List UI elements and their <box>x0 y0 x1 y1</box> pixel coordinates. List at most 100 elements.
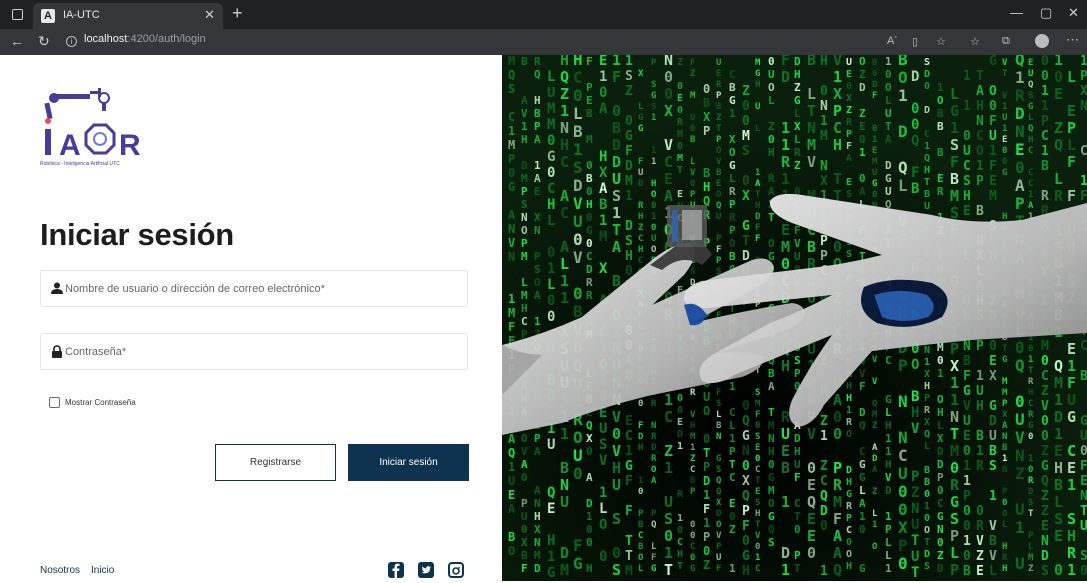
svg-text:S: S <box>1041 564 1049 579</box>
svg-text:N: N <box>820 159 828 174</box>
password-input[interactable] <box>65 334 460 369</box>
svg-text:S: S <box>716 399 721 409</box>
footer-link-inicio[interactable]: Inicio <box>91 565 114 576</box>
svg-text:P: P <box>833 459 842 477</box>
svg-text:H: H <box>1002 212 1007 222</box>
register-button[interactable]: Registrarse <box>215 444 336 481</box>
username-input[interactable] <box>65 271 460 306</box>
browser-tab[interactable]: A IA-UTC ✕ <box>33 3 223 29</box>
info-icon[interactable]: i <box>66 36 77 47</box>
svg-text:E: E <box>677 93 683 104</box>
svg-text:L: L <box>1067 136 1076 154</box>
svg-text:D: D <box>1041 549 1049 564</box>
svg-text:1: 1 <box>1067 561 1076 579</box>
login-button[interactable]: Iniciar sesión <box>348 444 469 481</box>
svg-text:U: U <box>612 476 621 494</box>
svg-text:1: 1 <box>859 510 866 523</box>
svg-text:1: 1 <box>1028 355 1033 365</box>
svg-text:G: G <box>859 471 866 484</box>
svg-text:0: 0 <box>924 489 930 500</box>
svg-text:1: 1 <box>963 99 971 114</box>
footer-link-nosotros[interactable]: Nosotros <box>40 565 80 576</box>
svg-text:0: 0 <box>950 459 959 477</box>
svg-text:L: L <box>794 133 801 146</box>
svg-text:0: 0 <box>989 339 997 354</box>
collections-icon[interactable]: ⧉ <box>1002 35 1010 48</box>
svg-text:X: X <box>742 189 750 204</box>
svg-text:Z: Z <box>690 69 696 79</box>
svg-text:D: D <box>716 509 722 519</box>
svg-text:1: 1 <box>846 405 852 416</box>
iar-logo: A R Robótica - Inteligencia Artificial U… <box>40 85 150 175</box>
svg-text:H: H <box>677 549 683 560</box>
svg-text:0: 0 <box>885 68 892 81</box>
svg-text:P: P <box>521 497 528 510</box>
favorites-icon[interactable]: ☆ <box>970 35 980 48</box>
minimize-icon[interactable]: — <box>1010 5 1023 20</box>
favorite-icon[interactable]: ☆ <box>936 35 946 48</box>
svg-text:S: S <box>950 136 959 154</box>
svg-text:P: P <box>794 549 801 562</box>
svg-text:U: U <box>768 68 775 81</box>
refresh-icon[interactable]: ↻ <box>38 33 50 50</box>
read-aloud-icon[interactable]: Aⁿ <box>887 35 897 47</box>
svg-text:1: 1 <box>924 141 930 152</box>
svg-text:S: S <box>989 459 997 474</box>
svg-text:E: E <box>1015 140 1025 159</box>
twitter-icon[interactable] <box>418 562 434 578</box>
back-icon[interactable]: ← <box>10 33 24 49</box>
more-icon[interactable]: ⋯ <box>1066 32 1079 48</box>
show-password-checkbox[interactable] <box>49 397 60 408</box>
svg-text:Z: Z <box>1041 444 1049 459</box>
close-window-icon[interactable]: ✕ <box>1068 5 1079 21</box>
svg-text:G: G <box>859 458 866 471</box>
svg-text:U: U <box>664 493 673 511</box>
svg-text:1: 1 <box>950 374 959 392</box>
instagram-icon[interactable] <box>448 562 464 578</box>
svg-text:1: 1 <box>950 119 959 137</box>
new-tab-icon[interactable]: + <box>232 3 243 24</box>
svg-text:1: 1 <box>703 516 710 530</box>
svg-text:X: X <box>586 432 593 445</box>
svg-text:R: R <box>768 172 775 185</box>
svg-text:1: 1 <box>560 425 569 443</box>
svg-text:R: R <box>846 117 853 128</box>
svg-text:P: P <box>924 393 930 404</box>
svg-text:U: U <box>716 58 721 68</box>
svg-text:1: 1 <box>625 55 633 69</box>
svg-text:E: E <box>716 179 721 189</box>
svg-text:M: M <box>547 101 555 117</box>
svg-text:S: S <box>612 561 621 579</box>
svg-text:Z: Z <box>768 120 775 133</box>
svg-text:V: V <box>508 236 515 250</box>
svg-text:C: C <box>729 68 736 81</box>
svg-text:0: 0 <box>1002 498 1007 508</box>
svg-text:U: U <box>963 414 971 429</box>
svg-text:Q: Q <box>859 419 866 432</box>
reader-icon[interactable]: ▯ <box>912 35 918 48</box>
svg-text:T: T <box>703 446 710 460</box>
svg-text:1: 1 <box>638 476 643 486</box>
svg-text:U: U <box>612 170 621 188</box>
svg-text:A: A <box>534 289 541 302</box>
svg-text:U: U <box>794 458 801 471</box>
restore-icon[interactable]: ▢ <box>1040 5 1052 21</box>
close-tab-icon[interactable]: ✕ <box>204 7 215 23</box>
svg-text:F: F <box>1067 153 1076 171</box>
svg-text:C: C <box>560 204 569 222</box>
show-password-label[interactable]: Mostrar Contraseña <box>65 397 136 408</box>
svg-text:P: P <box>716 135 722 145</box>
robot-arm-logo-graphic: A R <box>44 88 141 162</box>
svg-text:U: U <box>690 113 695 123</box>
svg-text:G: G <box>1028 102 1033 112</box>
facebook-icon[interactable] <box>388 562 404 578</box>
svg-text:S: S <box>1067 510 1076 528</box>
svg-text:P: P <box>534 250 541 263</box>
svg-text:V: V <box>573 194 583 213</box>
window-icon[interactable] <box>12 9 23 20</box>
svg-text:E: E <box>547 501 555 517</box>
svg-text:P: P <box>846 513 852 524</box>
svg-text:A: A <box>508 208 516 222</box>
profile-icon[interactable] <box>1035 34 1049 48</box>
url-field[interactable]: localhost:4200/auth/login <box>84 33 206 45</box>
